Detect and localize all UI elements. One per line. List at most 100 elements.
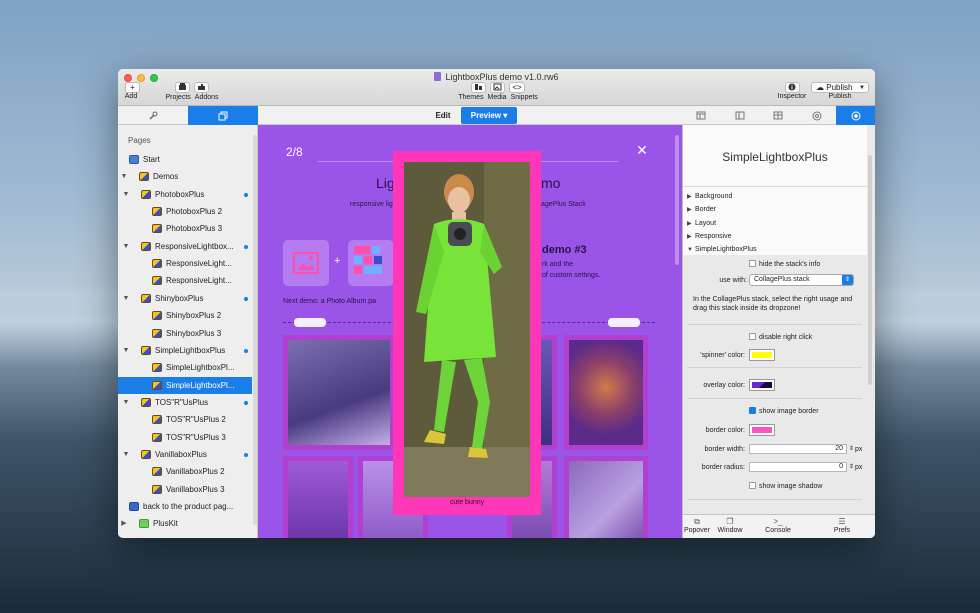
publish-toolbar-button[interactable]: ☁ Publish ▼ Publish [810, 82, 870, 100]
border-color-well[interactable] [749, 424, 775, 436]
disclosure-closed-icon[interactable]: ▶ [687, 191, 695, 204]
disclosure-open-icon[interactable]: ▼ [122, 238, 130, 255]
inspector-scrollbar[interactable] [868, 155, 872, 385]
sidebar-page-item[interactable]: TOS"R"UsPlus 2 [118, 411, 252, 428]
disclosure-open-icon[interactable]: ▼ [122, 394, 130, 411]
collage-thumbnail[interactable] [283, 456, 353, 538]
projects-icon[interactable] [175, 82, 190, 93]
show-shadow-checkbox[interactable]: show image shadow [749, 482, 822, 490]
console-button[interactable]: >_ Console [761, 517, 795, 534]
popover-button[interactable]: ⧉ Popover [683, 517, 711, 534]
disable-right-click-checkbox[interactable]: disable right click [749, 333, 812, 341]
inspector-section-header[interactable]: ▶ Responsive [687, 230, 863, 243]
checkbox-box[interactable] [749, 260, 756, 267]
sidebar-page-item[interactable]: SimpleLightboxPl... [118, 359, 252, 376]
use-with-select[interactable]: CollagePlus stack ⇕ [749, 274, 854, 286]
tab-site-inspector[interactable] [721, 106, 760, 125]
overlay-color-chip [752, 382, 772, 388]
slide-counter: 2/8 [286, 145, 303, 159]
sidebar-page-item[interactable]: ▼ ResponsiveLightbox... [118, 238, 252, 255]
tab-page-inspector[interactable] [682, 106, 721, 125]
chevron-down-icon[interactable]: ▼ [859, 83, 865, 93]
page-subtitle-left: responsive lig [350, 201, 393, 208]
sidebar-page-item[interactable]: ▼ TOS"R"UsPlus [118, 394, 252, 411]
disclosure-open-icon[interactable]: ▼ [120, 168, 128, 185]
sidebar-page-item[interactable]: back to the product pag... [118, 498, 252, 515]
sidebar-scrollbar[interactable] [253, 135, 257, 525]
inspector-section-header[interactable]: ▶ Background [687, 190, 863, 203]
disclosure-open-icon[interactable]: ▼ [122, 186, 130, 203]
projects-addons-group: Projects Addons [165, 82, 219, 101]
inspector-section-header[interactable]: ▼ SimpleLightboxPlus [687, 243, 863, 256]
collage-thumbnail[interactable] [564, 456, 648, 538]
overlay-color-well[interactable] [749, 379, 775, 391]
disclosure-open-icon[interactable]: ▼ [122, 446, 130, 463]
titlebar: LightboxPlus demo v1.0.rw6 + Add Project… [118, 69, 875, 106]
border-width-field[interactable]: 20 [749, 444, 847, 454]
snippets-icon[interactable]: <> [509, 82, 525, 93]
disclosure-open-icon[interactable]: ▼ [122, 342, 130, 359]
tab-stack-inspector[interactable] [836, 106, 875, 125]
lightbox-image[interactable] [404, 162, 530, 497]
window-title-text: LightboxPlus demo v1.0.rw6 [445, 72, 559, 82]
preview-scrollbar[interactable] [675, 135, 679, 265]
sidebar-page-item[interactable]: SimpleLightboxPl... [118, 376, 252, 394]
publish-split-button[interactable]: ☁ Publish ▼ [811, 82, 869, 93]
border-width-stepper[interactable]: ⇕ [849, 445, 854, 452]
publish-label: Publish [828, 93, 852, 100]
checkbox-box[interactable] [749, 482, 756, 489]
window-button[interactable]: ❐ Window [715, 517, 745, 534]
add-icon: + [125, 82, 140, 93]
checkbox-box[interactable] [749, 333, 756, 340]
inspector-section-header[interactable]: ▶ Layout [687, 217, 863, 230]
disclosure-open-icon[interactable]: ▼ [687, 244, 695, 257]
tab-stacks[interactable] [188, 106, 258, 125]
themes-icon[interactable] [471, 82, 487, 93]
sidebar-page-item[interactable]: PhotoboxPlus 3 [118, 220, 252, 237]
sidebar-page-item[interactable]: ▼ Demos [118, 168, 252, 185]
disclosure-closed-icon[interactable]: ▶ [687, 231, 695, 244]
sidebar-page-item[interactable]: VanillaboxPlus 2 [118, 463, 252, 480]
unsaved-dot-icon [244, 348, 248, 353]
sidebar-page-item[interactable]: Start [118, 151, 252, 168]
sidebar-page-item[interactable]: ▼ ShinyboxPlus [118, 290, 252, 307]
tab-publish-inspector[interactable] [798, 106, 837, 125]
hide-info-checkbox[interactable]: hide the stack's info [749, 260, 820, 268]
disclosure-open-icon[interactable]: ▼ [122, 290, 130, 307]
disclosure-closed-icon[interactable]: ▶ [687, 204, 695, 217]
sidebar-page-item[interactable]: VanillaboxPlus 3 [118, 481, 252, 498]
spinner-color-well[interactable] [749, 349, 775, 361]
sidebar-page-item[interactable]: ▼ VanillaboxPlus [118, 446, 252, 463]
window-label: Window [717, 527, 743, 534]
sidebar-page-item[interactable]: ShinyboxPlus 3 [118, 325, 252, 342]
collage-thumbnail[interactable] [283, 335, 395, 450]
lightbox-close-icon[interactable]: ✕ [632, 142, 652, 158]
add-toolbar-button[interactable]: + Add [124, 82, 140, 100]
edit-mode-button[interactable]: Edit [425, 108, 461, 123]
inspector-toolbar-button[interactable]: Inspector [776, 82, 808, 100]
collage-thumbnail[interactable] [564, 335, 648, 450]
show-border-checkbox[interactable]: show image border [749, 407, 819, 415]
border-radius-stepper[interactable]: ⇕ [849, 463, 854, 470]
sidebar-page-item[interactable]: TOS"R"UsPlus 3 [118, 429, 252, 446]
sidebar-page-item[interactable]: ResponsiveLight... [118, 255, 252, 272]
sidebar-page-item[interactable]: PhotoboxPlus 2 [118, 203, 252, 220]
sidebar-page-item[interactable]: ▶ PlusKit [118, 515, 252, 532]
sidebar-page-item[interactable]: ResponsiveLight... [118, 272, 252, 289]
checkbox-box-checked[interactable] [749, 407, 756, 414]
prefs-button[interactable]: ☰ Prefs [829, 517, 855, 534]
border-radius-label: border radius: [701, 464, 745, 471]
addons-icon[interactable] [194, 82, 209, 93]
tab-theme-inspector[interactable] [759, 106, 798, 125]
disclosure-closed-icon[interactable]: ▶ [120, 515, 128, 532]
disclosure-closed-icon[interactable]: ▶ [687, 218, 695, 231]
sidebar-page-item[interactable]: ▼ PhotoboxPlus [118, 186, 252, 203]
document-icon [434, 72, 442, 81]
sidebar-page-item[interactable]: ▼ SimpleLightboxPlus [118, 342, 252, 359]
tab-pages[interactable] [118, 106, 188, 125]
preview-mode-button[interactable]: Preview ▾ [461, 107, 517, 124]
media-icon[interactable] [490, 82, 506, 93]
border-radius-field[interactable]: 0 [749, 462, 847, 472]
inspector-section-header[interactable]: ▶ Border [687, 203, 863, 216]
sidebar-page-item[interactable]: ShinyboxPlus 2 [118, 307, 252, 324]
